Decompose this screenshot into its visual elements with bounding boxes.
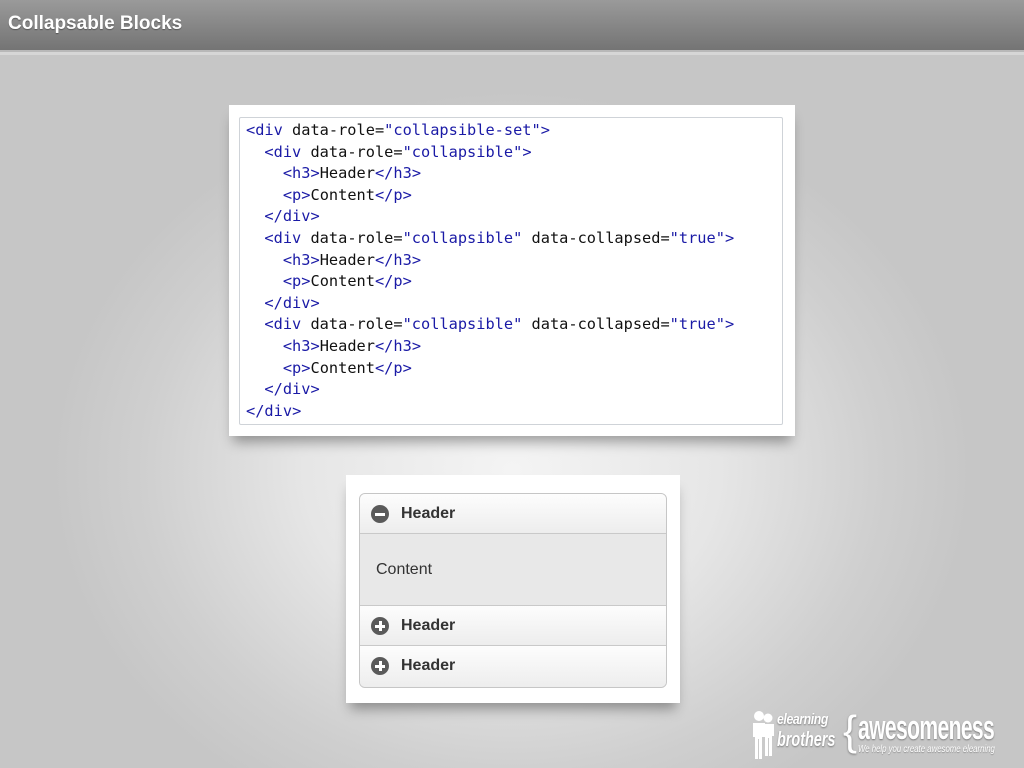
elearning-brothers-logo: elearning brothers { awesomeness We help… [750,708,1014,764]
minus-circle-icon [371,505,389,523]
collapsible-header-3[interactable]: Header [360,646,666,687]
code-block: <div data-role="collapsible-set"> <div d… [239,117,783,425]
brothers-figure-icon [753,711,774,759]
title-bar: Collapsable Blocks [0,0,1024,52]
plus-circle-icon [371,657,389,675]
slide-title: Collapsable Blocks [8,13,183,34]
logo-brace: { [843,707,858,754]
logo-line-1: elearning [777,711,828,728]
collapsible-header-2[interactable]: Header [360,606,666,646]
collapsible-content-text: Content [376,561,433,578]
code-text: <div data-role="collapsible-set"> <div d… [246,121,735,420]
logo-line-2: brothers [777,729,836,751]
collapsible-header-label: Header [401,657,456,674]
plus-circle-icon [371,617,389,635]
logo-wordmark: awesomeness [858,709,995,747]
collapsible-header-label: Header [401,617,456,634]
collapsible-demo-card: Header Content Header Header [346,475,680,703]
logo-tagline: We help you create awesome elearning [858,744,995,755]
collapsible-set: Header Content Header Header [359,493,667,688]
collapsible-content-1: Content [360,534,666,606]
collapsible-header-label: Header [401,505,456,522]
code-sample-card: <div data-role="collapsible-set"> <div d… [229,105,795,436]
collapsible-header-1[interactable]: Header [360,494,666,534]
